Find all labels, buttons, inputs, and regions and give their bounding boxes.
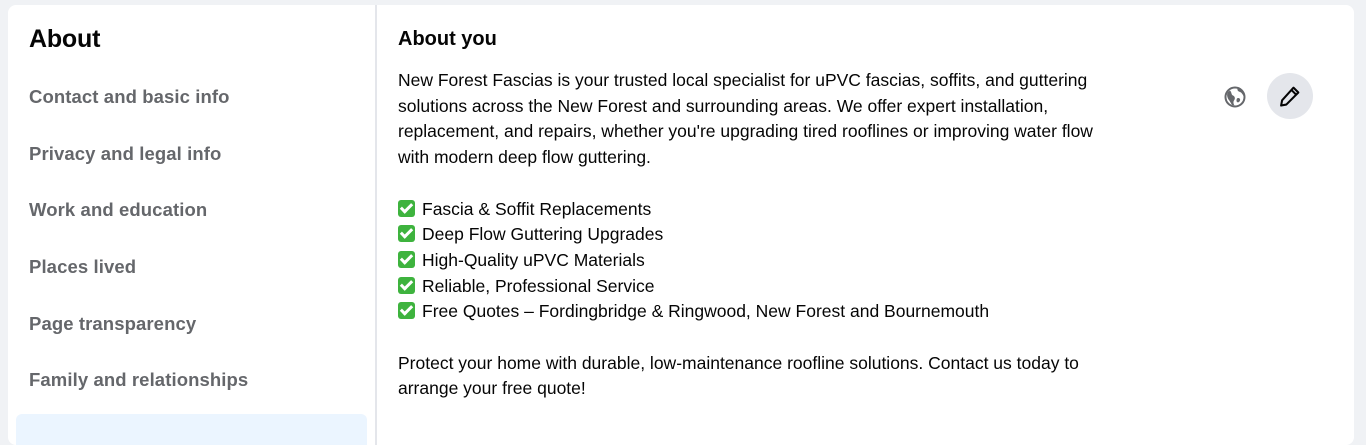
about-card: About Contact and basic info Privacy and…: [8, 5, 1354, 445]
sidebar-item-work-and-education[interactable]: Work and education: [29, 199, 207, 221]
edit-button[interactable]: [1267, 73, 1313, 119]
bio-outro-line: Protect your home with durable, low-main…: [398, 352, 1079, 373]
checklist-item-label: Free Quotes – Fordingbridge & Ringwood, …: [422, 301, 990, 322]
about-sidebar: About Contact and basic info Privacy and…: [8, 5, 377, 445]
checklist-item: Reliable, Professional Service: [398, 274, 1198, 300]
sidebar-item-contact-and-basic-info[interactable]: Contact and basic info: [29, 86, 230, 108]
sidebar-item-page-transparency[interactable]: Page transparency: [29, 313, 196, 335]
checklist-item: Free Quotes – Fordingbridge & Ringwood, …: [398, 299, 1198, 325]
check-mark-icon: [398, 276, 415, 294]
bio-intro-line: replacement, and repairs, whether you're…: [398, 121, 1093, 142]
checklist-item-label: High-Quality uPVC Materials: [422, 249, 645, 270]
bio-intro-line: with modern deep flow guttering.: [398, 147, 651, 168]
checklist-item-label: Fascia & Soffit Replacements: [422, 198, 652, 219]
checklist-item-label: Deep Flow Guttering Upgrades: [422, 224, 664, 245]
checklist-item: Fascia & Soffit Replacements: [398, 197, 1198, 223]
globe-icon[interactable]: [1223, 85, 1247, 109]
bio-outro-line: arrange your free quote!: [398, 378, 586, 399]
check-mark-icon: [398, 302, 415, 320]
bio-intro-line: New Forest Fascias is your trusted local…: [398, 70, 1088, 90]
checklist-item: High-Quality uPVC Materials: [398, 248, 1198, 274]
bio-intro-line: solutions across the New Forest and surr…: [398, 95, 1049, 116]
sidebar-title: About: [29, 25, 101, 53]
sidebar-item-privacy-and-legal-info[interactable]: Privacy and legal info: [29, 143, 221, 165]
check-mark-icon: [398, 225, 415, 243]
sidebar-item-places-lived[interactable]: Places lived: [29, 256, 136, 278]
section-title: About you: [398, 28, 497, 50]
check-mark-icon: [398, 250, 415, 268]
sidebar-item-family-and-relationships[interactable]: Family and relationships: [29, 369, 248, 391]
pencil-icon: [1280, 86, 1300, 107]
checklist-item: Deep Flow Guttering Upgrades: [398, 222, 1198, 248]
sidebar-item-selected[interactable]: [16, 414, 367, 445]
checklist-item-label: Reliable, Professional Service: [422, 275, 655, 296]
bio-text: New Forest Fascias is your trusted local…: [398, 68, 1198, 402]
check-mark-icon: [398, 199, 415, 217]
